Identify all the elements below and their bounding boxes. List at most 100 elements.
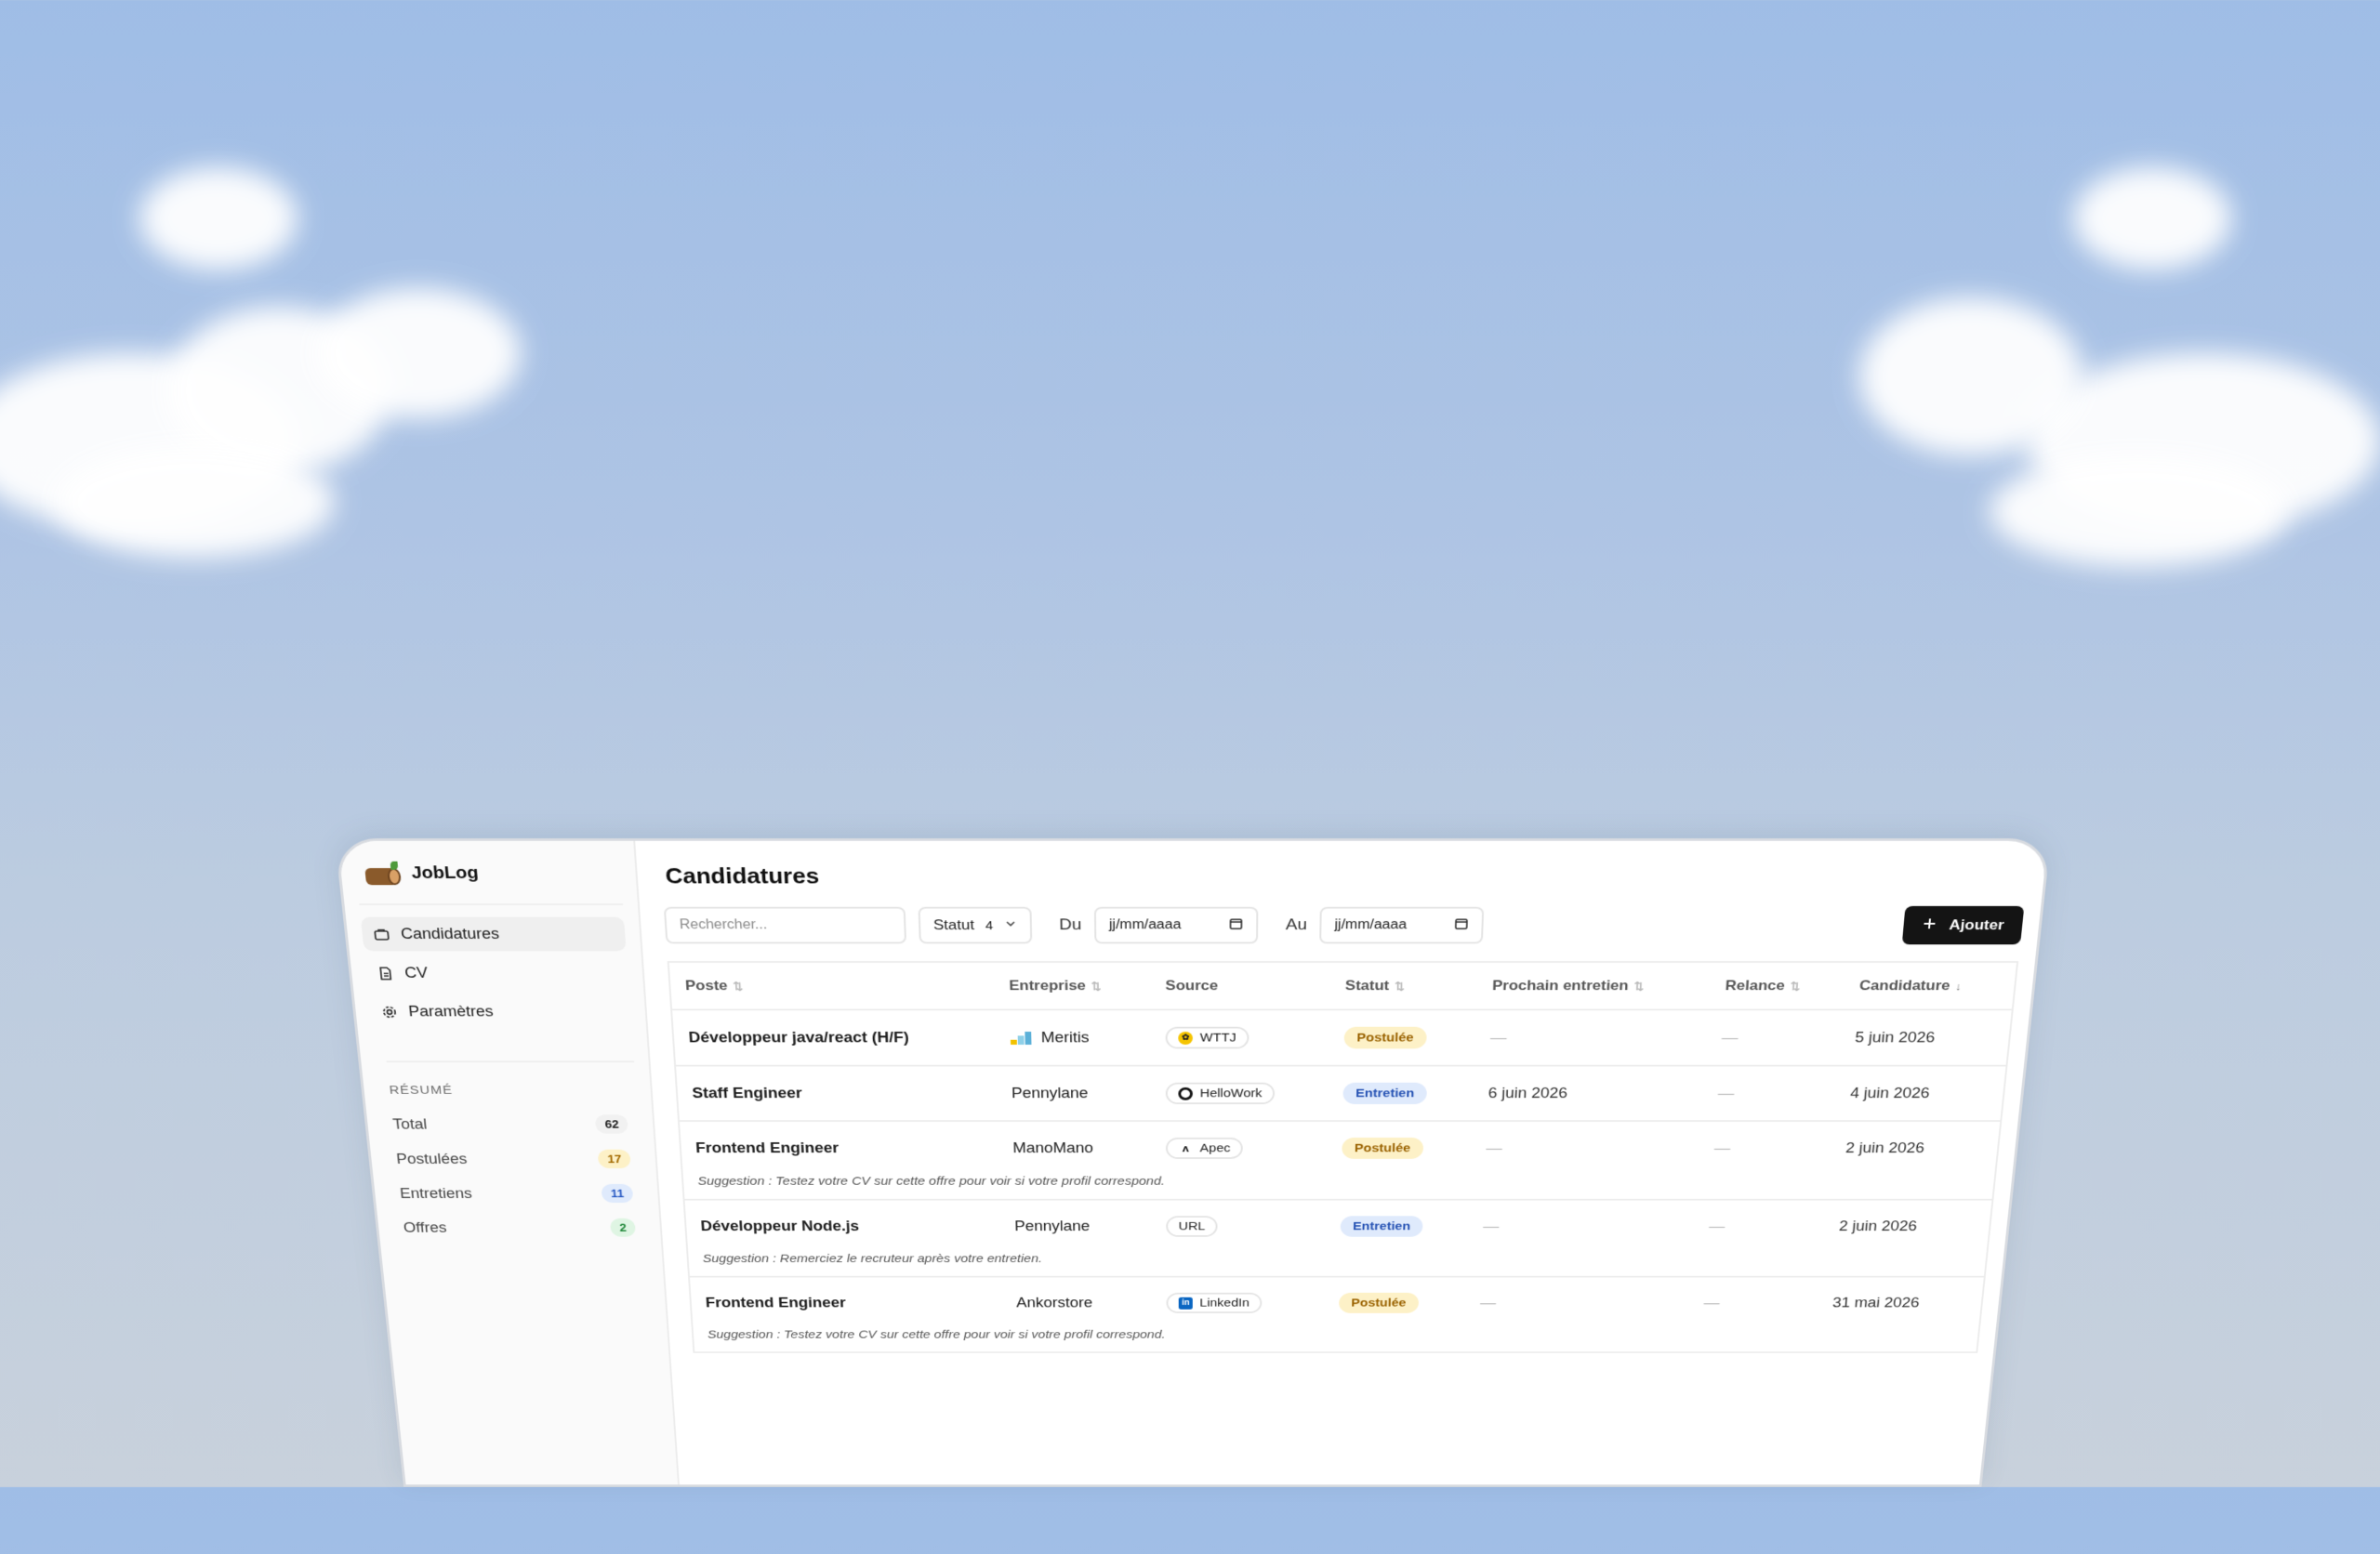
cell-entreprise: Pennylane xyxy=(996,1065,1152,1122)
search-input[interactable] xyxy=(663,906,907,944)
sidebar-item-cv[interactable]: CV xyxy=(364,956,628,990)
column-header-candidature[interactable]: Candidature ↓ xyxy=(1843,961,2018,1010)
cell-relance: — xyxy=(1687,1276,1821,1329)
cell-prochain-entretien: — xyxy=(1465,1276,1692,1329)
summary-entretiens[interactable]: Entretiens 11 xyxy=(388,1176,645,1210)
source-badge[interactable]: URL xyxy=(1166,1216,1218,1237)
status-filter-select[interactable]: Statut 4 xyxy=(918,906,1033,944)
table-row[interactable]: Frontend Engineer Ankorstore in LinkedIn… xyxy=(689,1276,1985,1329)
suggestion-row: Suggestion : Testez votre CV sur cette o… xyxy=(693,1328,1979,1352)
source-label: LinkedIn xyxy=(1199,1296,1250,1310)
table-row[interactable]: Staff Engineer Pennylane HelloWork Entre… xyxy=(675,1065,2007,1122)
briefcase-icon xyxy=(373,927,390,942)
applications-table: Poste ⇅ Entreprise ⇅ Source Statut ⇅ Procha… xyxy=(667,961,2019,1353)
cell-prochain-entretien: — xyxy=(1467,1199,1697,1253)
cell-prochain-entretien: — xyxy=(1471,1121,1702,1175)
page-title: Candidatures xyxy=(664,863,820,889)
suggestion-row: Suggestion : Remerciez le recruteur aprè… xyxy=(687,1252,1987,1276)
calendar-icon[interactable] xyxy=(1229,916,1244,934)
source-label: HelloWork xyxy=(1199,1086,1263,1100)
cell-entreprise: ManoMano xyxy=(998,1121,1152,1175)
source-label: Apec xyxy=(1199,1141,1231,1155)
suggestion-text: Suggestion : Testez votre CV sur cette o… xyxy=(707,1328,1166,1341)
count-badge: 11 xyxy=(601,1183,634,1204)
gear-icon xyxy=(380,1005,398,1020)
count-badge: 17 xyxy=(598,1149,631,1169)
app-window: JobLog Candidatures CV Paramètres RÉSUMÉ… xyxy=(335,838,2051,1487)
source-badge[interactable]: ʌ Apec xyxy=(1166,1137,1244,1159)
sidebar-item-label: CV xyxy=(403,964,429,981)
column-header-relance[interactable]: Relance ⇅ xyxy=(1709,961,1847,1010)
status-badge: Postulée xyxy=(1339,1292,1419,1313)
summary-label: Postulées xyxy=(395,1150,469,1166)
cell-prochain-entretien: — xyxy=(1474,1009,1710,1066)
cell-candidature: 5 juin 2026 xyxy=(1838,1009,2013,1066)
document-icon xyxy=(377,966,394,981)
date-placeholder: jj/mm/aaaa xyxy=(1334,917,1408,932)
cell-candidature: 2 juin 2026 xyxy=(1822,1199,1993,1253)
sidebar-item-label: Candidatures xyxy=(400,925,500,942)
cell-candidature: 31 mai 2026 xyxy=(1816,1276,1985,1329)
status-badge: Postulée xyxy=(1342,1137,1423,1159)
summary-label: Offres xyxy=(403,1219,448,1235)
status-badge: Postulée xyxy=(1343,1026,1427,1049)
summary-heading: RÉSUMÉ xyxy=(386,1060,637,1098)
app-name: JobLog xyxy=(410,863,480,883)
cell-relance: — xyxy=(1705,1009,1844,1066)
status-badge: Entretien xyxy=(1340,1216,1423,1237)
source-badge[interactable]: in LinkedIn xyxy=(1166,1292,1263,1313)
source-badge[interactable]: ✿ WTTJ xyxy=(1165,1026,1250,1049)
sort-icon: ⇅ xyxy=(1633,980,1645,993)
suggestion-text: Suggestion : Remerciez le recruteur aprè… xyxy=(702,1252,1043,1266)
plus-icon xyxy=(1921,916,1937,934)
date-from-label: Du xyxy=(1059,915,1082,934)
column-header-source: Source xyxy=(1150,961,1331,1010)
status-filter-count: 4 xyxy=(985,917,994,933)
column-header-entreprise[interactable]: Entreprise ⇅ xyxy=(994,961,1152,1010)
count-badge: 62 xyxy=(595,1114,628,1134)
add-button[interactable]: Ajouter xyxy=(1901,905,2025,945)
company-name: Meritis xyxy=(1040,1029,1090,1046)
cell-prochain-entretien: 6 juin 2026 xyxy=(1473,1065,1706,1122)
status-filter-label: Statut xyxy=(932,916,975,933)
source-badge[interactable]: HelloWork xyxy=(1165,1082,1276,1105)
date-to-input[interactable]: jj/mm/aaaa xyxy=(1319,906,1485,944)
sidebar-item-label: Paramètres xyxy=(407,1003,495,1020)
sidebar-item-parametres[interactable]: Paramètres xyxy=(369,994,632,1028)
cell-poste: Frontend Engineer xyxy=(689,1276,1003,1329)
summary-postulees[interactable]: Postulées 17 xyxy=(384,1141,642,1176)
company-logo-icon xyxy=(1010,1031,1032,1045)
summary-offres[interactable]: Offres 2 xyxy=(391,1210,647,1245)
column-header-prochain-entretien[interactable]: Prochain entretien ⇅ xyxy=(1476,961,1712,1010)
table-header-row: Poste ⇅ Entreprise ⇅ Source Statut ⇅ Procha… xyxy=(668,961,2018,1010)
sort-icon: ⇅ xyxy=(1091,980,1102,993)
cell-poste: Frontend Engineer xyxy=(678,1121,999,1175)
cell-poste: Développeur java/react (H/F) xyxy=(671,1009,997,1066)
column-header-poste[interactable]: Poste ⇅ xyxy=(668,961,996,1010)
cell-candidature: 2 juin 2026 xyxy=(1829,1121,2002,1175)
status-badge: Entretien xyxy=(1342,1082,1428,1105)
column-header-statut[interactable]: Statut ⇅ xyxy=(1329,961,1479,1010)
cell-entreprise: Pennylane xyxy=(999,1199,1153,1253)
sidebar: JobLog Candidatures CV Paramètres RÉSUMÉ… xyxy=(337,840,680,1485)
cell-entreprise: Ankorstore xyxy=(1001,1276,1153,1329)
date-to-label: Au xyxy=(1285,915,1308,934)
suggestion-text: Suggestion : Testez votre CV sur cette o… xyxy=(697,1174,1165,1189)
date-from-input[interactable]: jj/mm/aaaa xyxy=(1093,906,1259,944)
cell-relance: — xyxy=(1693,1199,1828,1253)
sort-desc-icon: ↓ xyxy=(1954,980,1963,993)
cell-candidature: 4 juin 2026 xyxy=(1833,1065,2007,1122)
toolbar: Statut 4 Du jj/mm/aaaa Au jj/mm/aaaa xyxy=(663,905,2025,945)
sidebar-item-candidatures[interactable]: Candidatures xyxy=(360,916,627,952)
cell-relance: — xyxy=(1698,1121,1834,1175)
calendar-icon[interactable] xyxy=(1454,916,1469,934)
table-row[interactable]: Frontend Engineer ManoMano ʌ Apec Postul… xyxy=(678,1121,2002,1175)
wttj-logo-icon: ✿ xyxy=(1178,1031,1194,1045)
table-row[interactable]: Développeur Node.js Pennylane URL Entret… xyxy=(683,1199,1993,1253)
table-row[interactable]: Développeur java/react (H/F) Meritis ✿ W… xyxy=(671,1009,2013,1066)
chevron-down-icon xyxy=(1004,917,1017,934)
suggestion-row: Suggestion : Testez votre CV sur cette o… xyxy=(682,1175,1995,1200)
brand[interactable]: JobLog xyxy=(354,856,624,905)
cell-poste: Développeur Node.js xyxy=(683,1199,1001,1253)
summary-total[interactable]: Total 62 xyxy=(380,1107,640,1142)
